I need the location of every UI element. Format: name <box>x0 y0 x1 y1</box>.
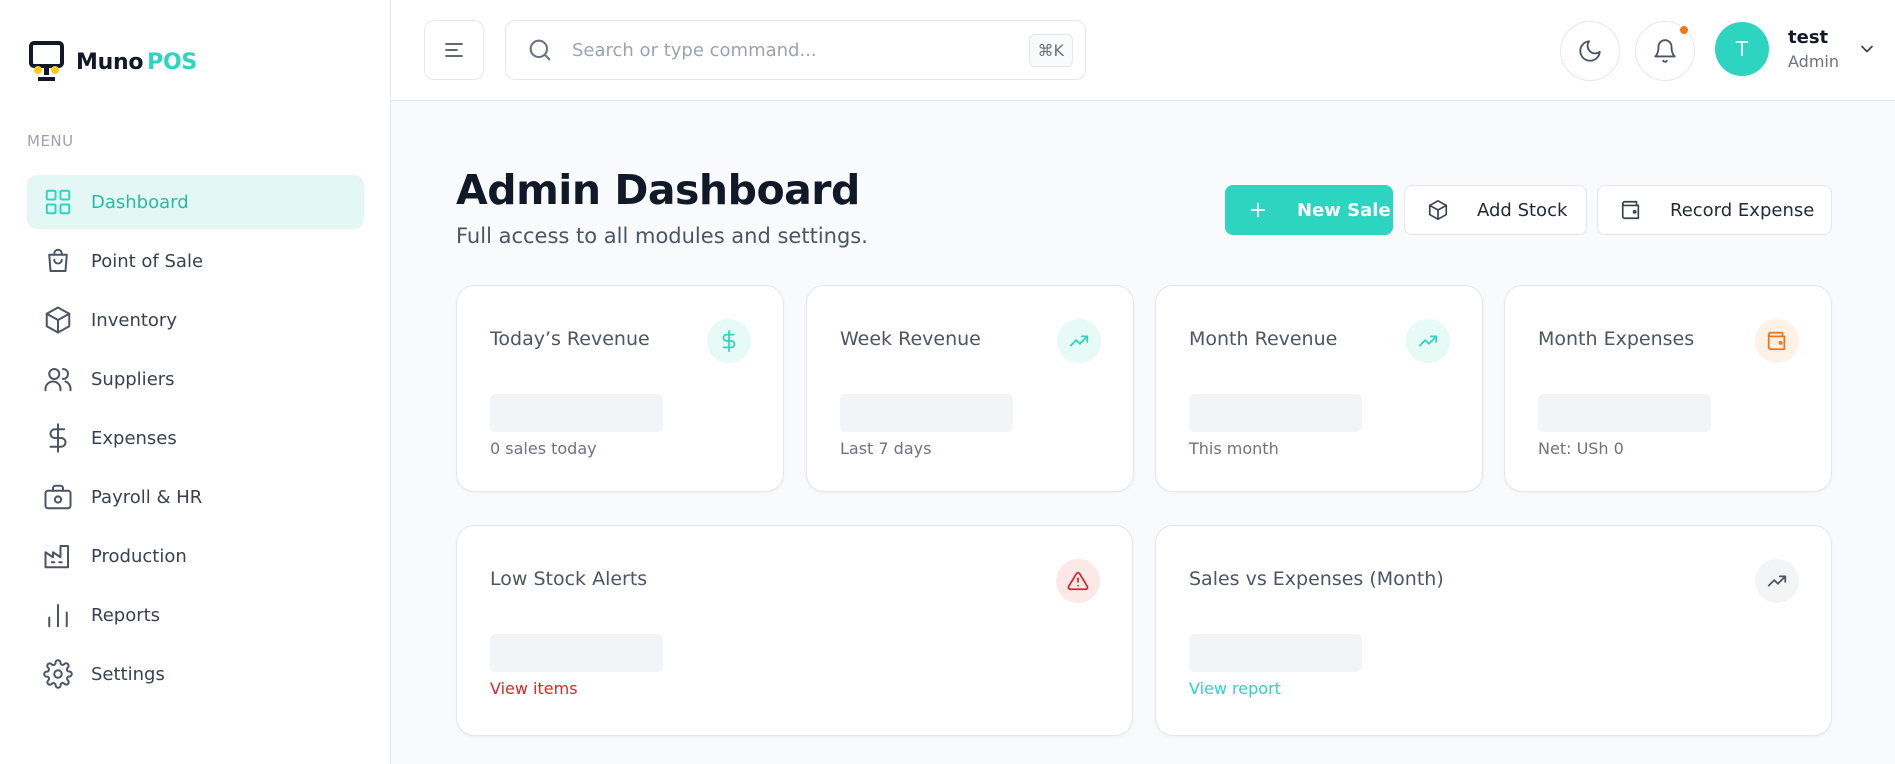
box-icon <box>1428 200 1448 220</box>
gear-icon <box>43 659 73 689</box>
shopping-bag-icon <box>43 246 73 276</box>
page-title: Admin Dashboard <box>456 166 860 214</box>
stat-title: Today’s Revenue <box>490 328 650 350</box>
chevron-down-icon <box>1861 45 1873 53</box>
brand-name: Muno POS <box>76 49 197 75</box>
panel-title: Sales vs Expenses (Month) <box>1189 568 1444 590</box>
sidebar-item-settings[interactable]: Settings <box>27 647 364 701</box>
sidebar-item-label: Expenses <box>91 427 177 449</box>
value-skeleton <box>840 394 1013 432</box>
view-items-link[interactable]: View items <box>490 679 578 698</box>
search-box[interactable]: ⌘K <box>505 20 1086 80</box>
value-skeleton <box>1189 394 1362 432</box>
bell-icon <box>1654 39 1676 63</box>
user-name: test <box>1788 27 1829 48</box>
sidebar-item-label: Suppliers <box>91 368 175 390</box>
sidebar-item-production[interactable]: Production <box>27 529 364 583</box>
user-menu[interactable]: T test Admin <box>1715 22 1877 76</box>
user-role: Admin <box>1788 52 1839 71</box>
sidebar-item-suppliers[interactable]: Suppliers <box>27 352 364 406</box>
bar-chart-icon <box>43 600 73 630</box>
factory-icon <box>43 541 73 571</box>
wallet-icon <box>1755 319 1799 363</box>
stat-subtext: Last 7 days <box>840 439 932 458</box>
sidebar-item-label: Inventory <box>91 309 177 331</box>
low-stock-panel: Low Stock Alerts View items <box>456 525 1133 736</box>
plus-icon <box>1250 202 1266 218</box>
search-icon <box>529 39 551 61</box>
value-skeleton <box>490 394 663 432</box>
record-expense-label: Record Expense <box>1670 199 1815 221</box>
sidebar-item-point-of-sale[interactable]: Point of Sale <box>27 234 364 288</box>
record-expense-button[interactable]: Record Expense <box>1597 185 1832 235</box>
sidebar-item-label: Dashboard <box>91 191 189 213</box>
sidebar-toggle-button[interactable] <box>424 20 484 80</box>
search-input[interactable] <box>572 39 992 61</box>
stat-subtext: Net: USh 0 <box>1538 439 1624 458</box>
sidebar-item-label: Payroll & HR <box>91 486 203 508</box>
new-sale-button[interactable]: New Sale <box>1225 185 1393 235</box>
wallet-icon <box>1621 200 1640 220</box>
sidebar-item-label: Reports <box>91 604 161 626</box>
value-skeleton <box>490 634 663 672</box>
stat-card-month-revenue: Month Revenue This month <box>1155 285 1483 492</box>
users-icon <box>43 364 73 394</box>
stat-card-month-expenses: Month Expenses Net: USh 0 <box>1504 285 1832 492</box>
sidebar: Muno POS MENU Dashboard Point of Sale Inv… <box>0 0 391 764</box>
stat-title: Week Revenue <box>840 328 981 350</box>
sidebar-item-payroll-hr[interactable]: Payroll & HR <box>27 470 364 524</box>
add-stock-button[interactable]: Add Stock <box>1404 185 1587 235</box>
search-shortcut-badge: ⌘K <box>1028 34 1073 67</box>
box-icon <box>43 305 73 335</box>
stat-subtext: 0 sales today <box>490 439 597 458</box>
dollar-icon <box>707 319 751 363</box>
sidebar-item-inventory[interactable]: Inventory <box>27 293 364 347</box>
briefcase-icon <box>43 482 73 512</box>
sidebar-item-label: Production <box>91 545 187 567</box>
alert-triangle-icon <box>1056 559 1100 603</box>
theme-toggle-button[interactable] <box>1560 21 1620 81</box>
sidebar-item-reports[interactable]: Reports <box>27 588 364 642</box>
brand[interactable]: Muno POS <box>28 40 197 84</box>
sidebar-item-label: Point of Sale <box>91 250 204 272</box>
menu-label: MENU <box>27 132 74 150</box>
stat-title: Month Revenue <box>1189 328 1338 350</box>
trending-up-icon <box>1755 559 1799 603</box>
monitor-logo-icon <box>29 41 64 81</box>
moon-icon <box>1579 40 1601 62</box>
stat-subtext: This month <box>1189 439 1279 458</box>
sales-vs-expenses-panel: Sales vs Expenses (Month) View report <box>1155 525 1832 736</box>
stat-card-week-revenue: Week Revenue Last 7 days <box>806 285 1134 492</box>
new-sale-label: New Sale <box>1297 199 1391 221</box>
panel-title: Low Stock Alerts <box>490 568 648 590</box>
avatar: T <box>1715 22 1769 76</box>
trending-up-icon <box>1057 319 1101 363</box>
topbar: ⌘K T test Admin <box>391 0 1895 101</box>
menu-icon <box>445 43 463 57</box>
sidebar-item-label: Settings <box>91 663 165 685</box>
sidebar-item-dashboard[interactable]: Dashboard <box>27 175 364 229</box>
stat-card-today-revenue: Today’s Revenue 0 sales today <box>456 285 784 492</box>
dollar-icon <box>43 423 73 453</box>
grid-icon <box>43 187 73 217</box>
page-subtitle: Full access to all modules and settings. <box>456 224 868 248</box>
value-skeleton <box>1189 634 1362 672</box>
sidebar-item-expenses[interactable]: Expenses <box>27 411 364 465</box>
value-skeleton <box>1538 394 1711 432</box>
stat-title: Month Expenses <box>1538 328 1695 350</box>
sidebar-nav: Dashboard Point of Sale Inventory Suppli… <box>27 175 364 706</box>
view-report-link[interactable]: View report <box>1189 679 1281 698</box>
add-stock-label: Add Stock <box>1477 199 1568 221</box>
user-info: test Admin <box>1788 27 1839 71</box>
notifications-button[interactable] <box>1635 21 1695 81</box>
notification-dot <box>1678 24 1690 36</box>
trending-up-icon <box>1406 319 1450 363</box>
brand-accent: POS <box>147 49 197 75</box>
